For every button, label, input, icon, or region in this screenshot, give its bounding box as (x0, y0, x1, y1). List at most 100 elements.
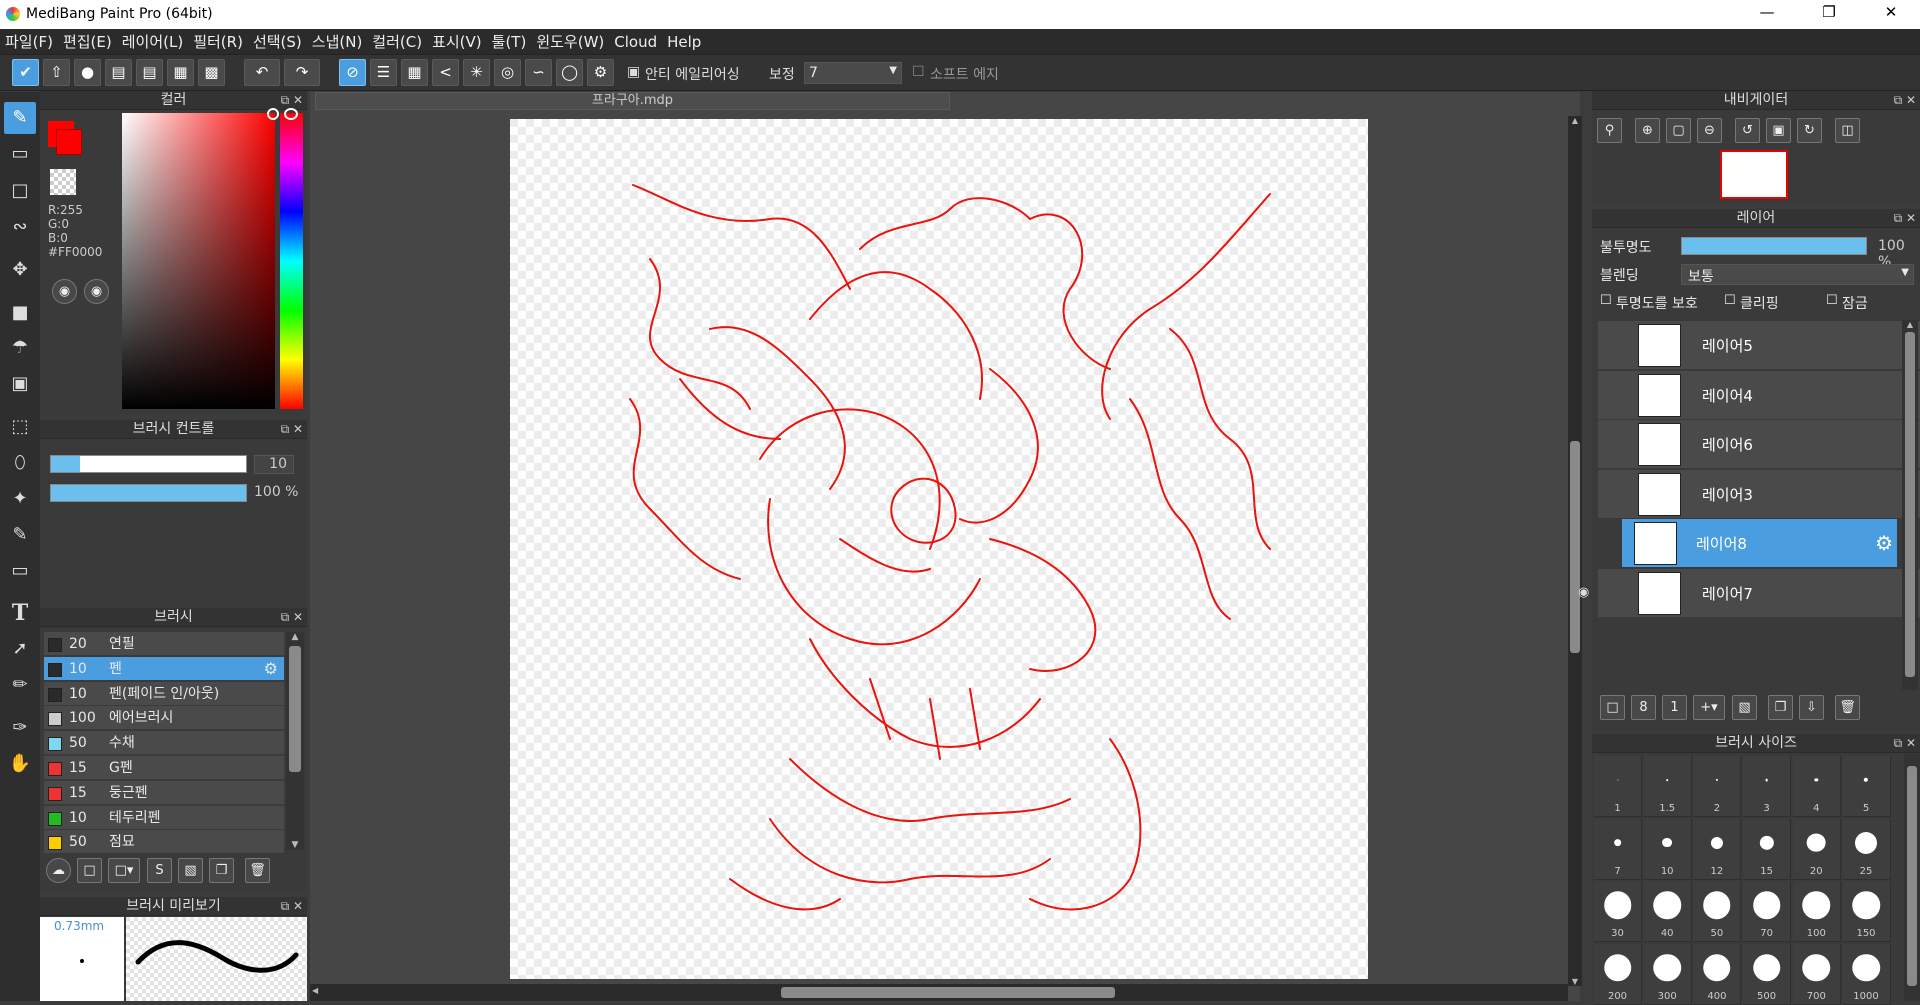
brush-size-cell[interactable]: 5 (1842, 756, 1891, 817)
menu-help[interactable]: Help (662, 29, 706, 55)
brush-list-item[interactable]: 50 점묘 (44, 830, 284, 855)
brush-size-cell[interactable]: 4 (1792, 756, 1841, 817)
brush-size-scroll-thumb[interactable] (1907, 766, 1917, 986)
menu-cloud[interactable]: Cloud (609, 29, 662, 55)
brush-list-item[interactable]: 10 펜(페이드 인/아웃) (44, 681, 284, 706)
export-icon[interactable]: ⇧ (43, 59, 70, 86)
snap-off-icon[interactable]: ⊘ (339, 59, 366, 86)
brush-size-cell[interactable]: 15 (1743, 818, 1792, 880)
scroll-up-icon[interactable]: ▲ (1902, 320, 1918, 329)
menu-edit[interactable]: 편집(E) (58, 29, 117, 55)
panel-close-icon[interactable]: ⧉ ✕ (281, 608, 303, 627)
close-button[interactable]: ✕ (1868, 3, 1914, 25)
gear-icon[interactable]: ⚙ (1875, 531, 1893, 555)
brush-settings-icon[interactable]: S (147, 858, 172, 883)
brush-size-cell[interactable]: 500 (1743, 943, 1792, 1005)
clipping-checkbox[interactable]: ☐ (1724, 293, 1736, 308)
brush-list-item[interactable]: 100 에어브러시 (44, 706, 284, 731)
snap-parallel-icon[interactable]: ☰ (370, 59, 397, 86)
divide-tool-icon[interactable]: ✏ (4, 669, 36, 701)
panel-close-icon[interactable]: ⧉ ✕ (1894, 734, 1916, 753)
scroll-down-icon[interactable]: ▼ (286, 840, 304, 850)
brush-size-cell[interactable]: 1.5 (1643, 756, 1692, 817)
layer-list-scroll-thumb[interactable] (1905, 332, 1915, 677)
eraser-tool-icon[interactable]: ▭ (4, 138, 36, 170)
brush-tool-icon[interactable]: ✎ (4, 102, 36, 134)
menu-file[interactable]: 파일(F) (0, 29, 58, 55)
panel-close-icon[interactable]: ⧉ ✕ (1894, 91, 1916, 110)
new-1bit-layer-icon[interactable]: 1 (1662, 695, 1687, 720)
duplicate-icon[interactable]: ❐ (209, 858, 234, 883)
delete-layer-icon[interactable]: 🗑 (1835, 695, 1860, 720)
add-brush-menu-icon[interactable]: □▾ (108, 858, 140, 883)
dot-tool-icon[interactable]: □ (4, 175, 36, 207)
pages-icon[interactable]: ▦ (167, 59, 194, 86)
flip-icon[interactable]: ◫ (1835, 118, 1860, 143)
layer-folder-icon[interactable]: ▧ (1732, 695, 1757, 720)
undo-icon[interactable]: ↶ (244, 59, 280, 86)
layer-row[interactable]: ◉레이어6 (1598, 420, 1920, 469)
merge-layer-icon[interactable]: ⇩ (1799, 695, 1824, 720)
gradient-tool-icon[interactable]: ▣ (4, 368, 36, 400)
gear-icon[interactable]: ⚙ (264, 657, 278, 681)
magic-wand-tool-icon[interactable]: ✦ (4, 483, 36, 515)
brush-size-cell[interactable]: 1000 (1842, 943, 1891, 1005)
layer-visibility-icon[interactable]: ◉ (1578, 585, 1589, 600)
brush-size-cell[interactable]: 30 (1594, 881, 1642, 942)
new-halftone-layer-icon[interactable]: 8 (1631, 695, 1656, 720)
transparent-swatch[interactable] (50, 169, 76, 195)
scroll-up-icon[interactable]: ▲ (286, 632, 304, 642)
new-brush-icon[interactable]: □ (77, 858, 102, 883)
brush-size-value[interactable]: 10 (254, 455, 294, 474)
menu-color[interactable]: 컬러(C) (367, 29, 427, 55)
menu-view[interactable]: 표시(V) (427, 29, 487, 55)
layer-row[interactable]: ◉ 레이어7 (1578, 568, 1920, 618)
rotate-right-icon[interactable]: ↻ (1797, 118, 1822, 143)
canvas-vscroll-thumb[interactable] (1570, 441, 1580, 653)
message-icon[interactable]: ▤ (105, 59, 132, 86)
move-tool-icon[interactable]: ✥ (4, 254, 36, 286)
check-icon[interactable]: ✔ (12, 59, 39, 86)
soft-edge-checkbox[interactable]: ☐ (912, 64, 925, 80)
brush-size-cell[interactable]: 2 (1693, 756, 1742, 817)
document-tab[interactable]: 프라구아.mdp (315, 92, 950, 110)
minimize-button[interactable]: — (1744, 3, 1790, 25)
cloud-download-icon[interactable]: ☁ (46, 858, 71, 883)
scroll-down-icon[interactable]: ▼ (1568, 977, 1582, 986)
eyedropper-tool-icon[interactable]: ✑ (4, 712, 36, 744)
lock-checkbox[interactable]: ☐ (1826, 293, 1838, 308)
menu-filter[interactable]: 필터(R) (188, 29, 248, 55)
brush-list-scroll-thumb[interactable] (289, 646, 301, 772)
layer-row[interactable]: ◉레이어3 (1598, 469, 1920, 519)
duplicate-layer-icon[interactable]: ❐ (1768, 695, 1793, 720)
hand-tool-icon[interactable]: ✋ (4, 748, 36, 780)
saturation-value-square[interactable] (122, 113, 275, 409)
brush-size-cell[interactable]: 12 (1693, 818, 1742, 880)
brush-size-cell[interactable]: 400 (1693, 943, 1742, 1005)
brush-opacity-slider[interactable] (50, 484, 247, 502)
brush-size-cell[interactable]: 1 (1594, 756, 1642, 817)
folder-icon[interactable]: ▧ (178, 858, 203, 883)
menu-select[interactable]: 선택(S) (248, 29, 307, 55)
palette-icon[interactable]: ◉ (52, 279, 77, 304)
snap-circle-icon[interactable]: ◯ (556, 59, 583, 86)
panel-close-icon[interactable]: ⧉ ✕ (281, 897, 303, 916)
canvas-vertical-scrollbar[interactable]: ▲ ▼ (1568, 116, 1582, 986)
brush-size-cell[interactable]: 700 (1792, 943, 1841, 1005)
zoom-in-icon[interactable]: ⊕ (1635, 118, 1660, 143)
brush-list-item[interactable]: 10 테두리펜 (44, 805, 284, 830)
menu-snap[interactable]: 스냅(N) (307, 29, 368, 55)
brush-size-scrollbar[interactable] (1904, 754, 1920, 1001)
brush-size-cell[interactable]: 25 (1842, 818, 1891, 880)
zoom-out-icon[interactable]: ⊖ (1697, 118, 1722, 143)
settings-gear-icon[interactable]: ⚙ (587, 59, 614, 86)
panel-close-icon[interactable]: ⧉ ✕ (281, 420, 303, 439)
layer-visibility-icon[interactable]: ◉ (1578, 387, 1589, 402)
redo-icon[interactable]: ↷ (284, 59, 320, 86)
layer-row[interactable]: ◉레이어4 (1598, 370, 1920, 420)
protect-alpha-checkbox[interactable]: ☐ (1600, 293, 1612, 308)
palette-settings-icon[interactable]: ◉ (84, 279, 109, 304)
select-pen-tool-icon[interactable]: ✎ (4, 519, 36, 551)
brush-size-cell[interactable]: 10 (1643, 818, 1692, 880)
menu-layer[interactable]: 레이어(L) (117, 29, 188, 55)
